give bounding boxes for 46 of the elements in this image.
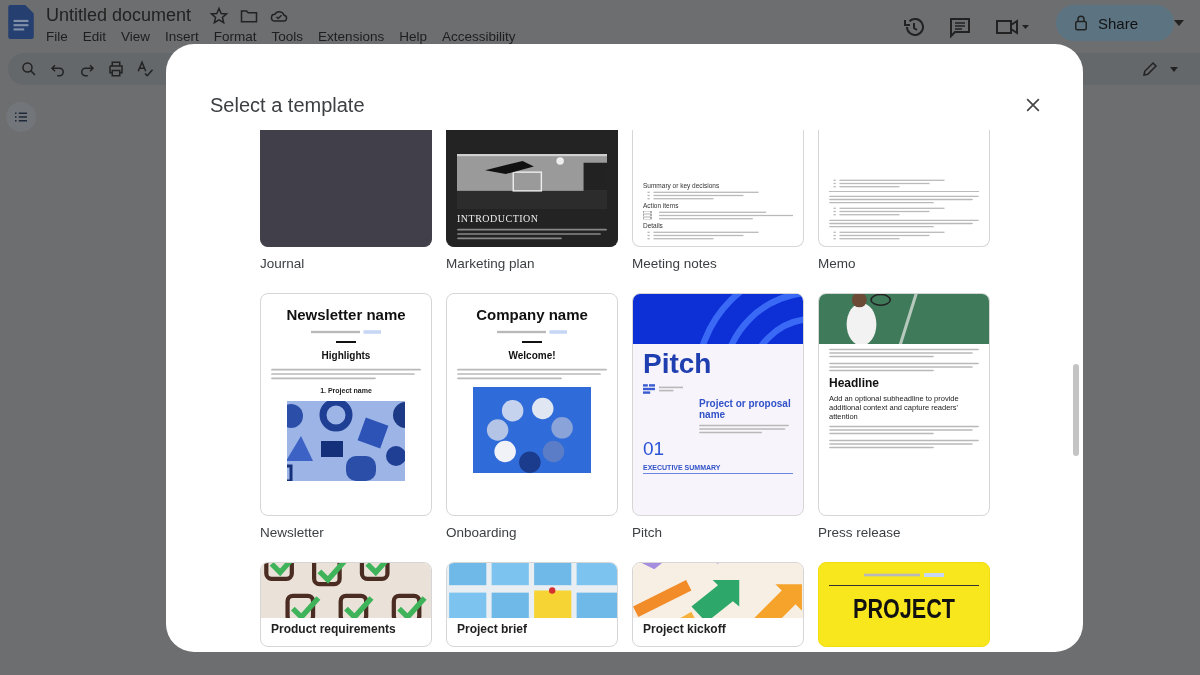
dialog-title: Select a template bbox=[210, 93, 365, 117]
pencil-icon[interactable] bbox=[1141, 60, 1159, 78]
template-number: 01 bbox=[643, 438, 666, 460]
history-icon[interactable] bbox=[901, 15, 926, 39]
caret-icon[interactable] bbox=[1170, 66, 1178, 72]
template-thumbnail[interactable]: Project kickoff bbox=[632, 562, 804, 647]
template-title: Project brief bbox=[457, 622, 529, 636]
star-icon[interactable] bbox=[209, 5, 230, 26]
docs-logo-icon[interactable] bbox=[8, 5, 34, 39]
tagline-drawing bbox=[311, 330, 381, 334]
spellcheck-icon[interactable] bbox=[136, 60, 154, 78]
template-thumbnail[interactable]: Project brief bbox=[446, 562, 618, 647]
print-icon[interactable] bbox=[107, 60, 125, 78]
template-name[interactable]: Journal bbox=[260, 256, 432, 271]
template-title: Newsletter name bbox=[285, 306, 407, 323]
template-title: Headline bbox=[829, 376, 880, 390]
caret-icon[interactable] bbox=[1174, 20, 1184, 26]
template-heading: Project or proposal name bbox=[698, 398, 792, 420]
template-name[interactable]: Memo bbox=[818, 256, 990, 271]
template-thumbnail[interactable]: PROJECT bbox=[818, 562, 990, 647]
template-heading: Highlights bbox=[320, 350, 372, 361]
template-thumbnail[interactable]: INTRODUCTION bbox=[446, 130, 618, 247]
template-name[interactable]: Marketing plan bbox=[446, 256, 618, 271]
template-thumbnail[interactable] bbox=[260, 130, 432, 247]
outline-button[interactable] bbox=[6, 102, 36, 132]
template-display: PROJECT bbox=[852, 594, 956, 625]
template-title: Company name bbox=[475, 306, 589, 323]
comment-icon[interactable] bbox=[947, 15, 972, 39]
template-title: Project kickoff bbox=[643, 622, 727, 636]
template-name[interactable]: Onboarding bbox=[446, 525, 618, 540]
template-heading: Welcome! bbox=[507, 350, 557, 361]
search-icon[interactable] bbox=[20, 60, 38, 78]
template-name[interactable]: Meeting notes bbox=[632, 256, 804, 271]
logo-mark-icon bbox=[643, 384, 655, 394]
template-name[interactable]: Newsletter bbox=[260, 525, 432, 540]
template-thumbnail[interactable]: Product requirements bbox=[260, 562, 432, 647]
template-title: Product requirements bbox=[271, 622, 397, 636]
template-name[interactable]: Pitch bbox=[632, 525, 804, 540]
logo-text-drawing bbox=[659, 386, 683, 392]
tagline-drawing bbox=[497, 330, 567, 334]
scrollbar-thumb[interactable] bbox=[1073, 364, 1079, 456]
template-name[interactable]: Press release bbox=[818, 525, 990, 540]
template-serif-heading: INTRODUCTION bbox=[457, 213, 540, 224]
template-title: Pitch bbox=[643, 348, 713, 380]
template-thumbnail[interactable]: Company name Welcome! bbox=[446, 293, 618, 516]
share-button[interactable]: Share bbox=[1055, 5, 1174, 41]
